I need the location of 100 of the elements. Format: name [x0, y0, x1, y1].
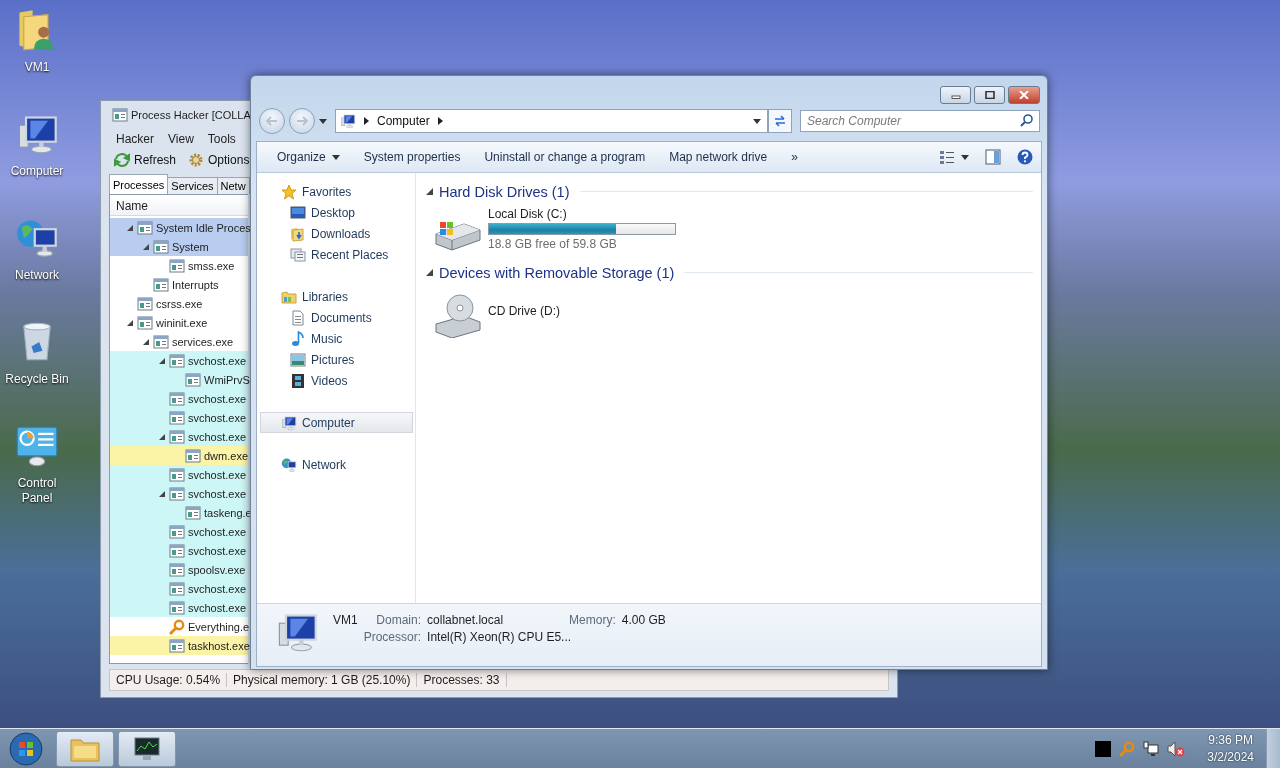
address-bar[interactable]: Computer: [335, 109, 768, 133]
menu-item[interactable]: Tools: [200, 130, 243, 148]
nav-pane-item[interactable]: Favorites: [260, 181, 413, 202]
process-row[interactable]: wininit.exe: [110, 313, 248, 332]
options-button[interactable]: Options: [183, 150, 255, 170]
process-icon: [137, 295, 153, 312]
picture-icon: [290, 351, 306, 368]
taskbar-button[interactable]: [118, 730, 176, 767]
process-row[interactable]: svchost.exe: [110, 541, 248, 560]
nav-pane-item[interactable]: Desktop: [260, 202, 413, 223]
process-icon: [169, 561, 185, 578]
drive-item[interactable]: Local Disk (C:) 18.8 GB free of 59.8 GB: [426, 201, 1033, 263]
process-row[interactable]: Interrupts: [110, 275, 248, 294]
search-field[interactable]: Search Computer: [800, 110, 1040, 132]
process-row[interactable]: System Idle Proces: [110, 218, 248, 237]
process-row[interactable]: svchost.exe: [110, 351, 248, 370]
process-row[interactable]: spoolsv.exe: [110, 560, 248, 579]
process-row[interactable]: dwm.exe: [110, 446, 248, 465]
process-row[interactable]: smss.exe: [110, 256, 248, 275]
breadcrumb[interactable]: Computer: [377, 114, 430, 128]
field-label: Processor:: [363, 630, 422, 644]
process-row[interactable]: services.exe: [110, 332, 248, 351]
process-row[interactable]: svchost.exe: [110, 465, 248, 484]
expander-icon[interactable]: [158, 489, 166, 498]
process-row[interactable]: csrss.exe: [110, 294, 248, 313]
process-row[interactable]: svchost.exe: [110, 389, 248, 408]
process-row[interactable]: taskeng.e: [110, 503, 248, 522]
network-icon[interactable]: [1143, 740, 1160, 757]
nav-pane-item[interactable]: Recent Places: [260, 244, 413, 265]
maximize-button[interactable]: [974, 86, 1005, 104]
drive-name: CD Drive (D:): [488, 304, 560, 318]
toolbar-button[interactable]: System properties: [351, 146, 473, 168]
orb-icon: [8, 730, 44, 767]
process-icon: [169, 352, 185, 369]
process-icon: [169, 637, 185, 654]
expander-icon[interactable]: [158, 356, 166, 365]
music-note-icon: [290, 330, 306, 347]
expander-icon[interactable]: [158, 432, 166, 441]
process-row[interactable]: svchost.exe: [110, 522, 248, 541]
field-label: Domain:: [375, 613, 422, 627]
process-row[interactable]: svchost.exe: [110, 579, 248, 598]
process-icon: [169, 409, 185, 426]
field-label: Memory:: [569, 613, 616, 627]
clock[interactable]: 9:36 PM 3/2/2024: [1207, 731, 1254, 766]
refresh-icon: [772, 113, 788, 129]
tab[interactable]: Netw: [216, 177, 250, 194]
film-icon: [290, 372, 306, 389]
nav-pane-item[interactable]: Downloads: [260, 223, 413, 244]
group-heading[interactable]: Devices with Removable Storage (1): [439, 264, 675, 281]
close-button[interactable]: [1008, 86, 1040, 104]
volume-muted-icon[interactable]: [1167, 740, 1186, 757]
tab[interactable]: Services: [167, 177, 218, 194]
desktop-shortcut[interactable]: Control Panel: [0, 420, 74, 524]
monitor-icon: [340, 113, 356, 129]
process-row[interactable]: svchost.exe: [110, 427, 248, 446]
desktop-shortcut[interactable]: VM1: [0, 4, 74, 108]
toolbar-button[interactable]: »: [779, 146, 810, 168]
nav-pane-item[interactable]: Videos: [260, 370, 413, 391]
menu-item[interactable]: Hacker: [109, 130, 161, 148]
expander-icon[interactable]: [142, 337, 150, 346]
nav-pane-item[interactable]: Computer: [260, 412, 413, 433]
expander-icon[interactable]: [142, 242, 150, 251]
refresh-button[interactable]: [768, 109, 792, 133]
refresh-button[interactable]: Refresh: [109, 150, 182, 170]
tab[interactable]: Processes: [109, 174, 169, 194]
desktop-shortcut[interactable]: Network: [0, 212, 74, 316]
history-caret-icon: [319, 118, 327, 124]
nav-pane-item[interactable]: Pictures: [260, 349, 413, 370]
process-row[interactable]: taskhost.exe: [110, 636, 248, 655]
process-row[interactable]: svchost.exe: [110, 598, 248, 617]
drive-item[interactable]: CD Drive (D:): [426, 282, 1033, 338]
expander-icon[interactable]: [126, 223, 134, 232]
nav-pane-item[interactable]: Documents: [260, 307, 413, 328]
help-icon: [1017, 149, 1033, 165]
menu-item[interactable]: View: [161, 130, 201, 148]
group-heading[interactable]: Hard Disk Drives (1): [439, 183, 570, 200]
process-row[interactable]: WmiPrvS: [110, 370, 248, 389]
process-icon: [153, 238, 169, 255]
expander-icon[interactable]: [126, 318, 134, 327]
computer-name: VM1: [333, 613, 358, 627]
desktop-shortcut[interactable]: Recycle Bin: [0, 316, 74, 420]
process-row[interactable]: Everything.e: [110, 617, 248, 636]
toolbar-button[interactable]: Uninstall or change a program: [472, 146, 658, 168]
nav-pane-item[interactable]: Network: [260, 454, 413, 475]
minimize-button[interactable]: [940, 86, 971, 104]
process-icon: [169, 257, 185, 274]
drive-name: Local Disk (C:): [488, 207, 568, 221]
app-tray-icon[interactable]: [1095, 740, 1112, 757]
process-row[interactable]: System: [110, 237, 248, 256]
process-row[interactable]: svchost.exe: [110, 408, 248, 427]
toolbar-button[interactable]: Map network drive: [657, 146, 780, 168]
process-icon: [169, 428, 185, 445]
expander-icon[interactable]: [426, 188, 433, 195]
process-icon: [185, 447, 201, 464]
expander-icon[interactable]: [426, 269, 433, 276]
nav-pane-item[interactable]: Music: [260, 328, 413, 349]
nav-pane-item[interactable]: Libraries: [260, 286, 413, 307]
process-row[interactable]: svchost.exe: [110, 484, 248, 503]
window-title: Process Hacker [COLLA: [131, 109, 251, 121]
toolbar-button[interactable]: Organize: [265, 146, 352, 168]
